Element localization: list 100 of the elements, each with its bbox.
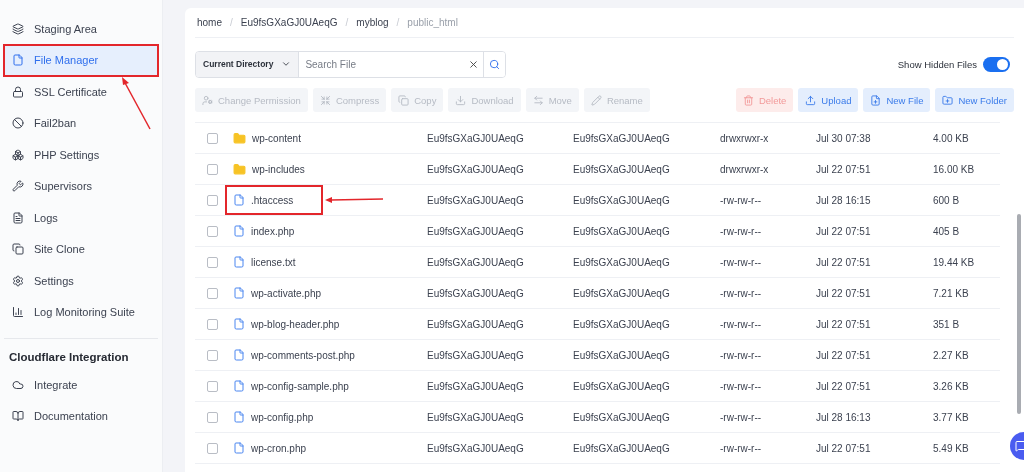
file-name[interactable]: .htaccess: [251, 194, 294, 206]
owner-cell-text: Eu9fsGXaGJ0UAeqG: [427, 287, 525, 299]
action-button[interactable]: Upload: [798, 88, 859, 112]
size-cell-text: 3.77 KB: [933, 411, 970, 423]
row-checkbox[interactable]: [207, 132, 218, 144]
sidebar-item-label: Logs: [34, 211, 58, 224]
scope-dropdown[interactable]: Current Directory: [196, 51, 300, 77]
breadcrumb-link[interactable]: myblog: [356, 17, 389, 28]
sidebar-item[interactable]: PHP Settings: [4, 139, 158, 171]
breadcrumb-separator: /: [396, 17, 400, 28]
search-icon: [489, 58, 500, 70]
file-icon: [233, 225, 245, 237]
file-name[interactable]: wp-content: [252, 132, 301, 144]
user-gear-icon: [202, 94, 213, 106]
sidebar-item[interactable]: Fail2ban: [4, 107, 158, 139]
group-cell-text: Eu9fsGXaGJ0UAeqG: [573, 442, 671, 454]
permissions-cell-text: -rw-rw-r--: [720, 349, 763, 361]
file-icon: [233, 411, 245, 423]
row-checkbox[interactable]: [207, 256, 218, 268]
row-checkbox[interactable]: [207, 411, 218, 423]
sidebar-item[interactable]: Staging Area: [4, 13, 158, 45]
sidebar-item-icon: [12, 85, 24, 98]
sidebar-item[interactable]: Settings: [4, 265, 158, 297]
sidebar-item-label: File Manager: [34, 54, 99, 67]
breadcrumb-link[interactable]: Eu9fsGXaGJ0UAeqG: [240, 17, 338, 28]
file-name[interactable]: wp-config-sample.php: [251, 380, 349, 392]
search-bar[interactable]: Current Directory Search File: [195, 50, 506, 78]
sidebar-item[interactable]: Log Monitoring Suite: [4, 296, 158, 328]
folder-icon: [233, 131, 246, 145]
date-cell-text: Jul 22 07:51: [816, 163, 872, 175]
row-checkbox[interactable]: [207, 194, 218, 206]
size-cell-text: 351 B: [933, 318, 961, 330]
file-icon: [233, 318, 245, 330]
sidebar-item-icon: [12, 148, 24, 161]
file-icon: [233, 287, 245, 299]
group-cell-text: Eu9fsGXaGJ0UAeqG: [573, 194, 671, 206]
file-name[interactable]: wp-blog-header.php: [251, 318, 340, 330]
swap-arrows-icon: [532, 94, 544, 106]
permissions-cell-text: -rw-rw-r--: [720, 194, 763, 206]
download-icon: [455, 94, 467, 106]
toggle-switch[interactable]: [983, 56, 1010, 72]
owner-cell-text: Eu9fsGXaGJ0UAeqG: [427, 256, 525, 268]
search-button[interactable]: [483, 51, 505, 77]
breadcrumb-link[interactable]: home: [197, 17, 222, 28]
group-cell-text: Eu9fsGXaGJ0UAeqG: [573, 380, 671, 392]
size-cell-text: 16.00 KB: [933, 163, 976, 175]
file-name[interactable]: wp-activate.php: [251, 287, 322, 299]
sidebar-item[interactable]: Logs: [4, 202, 158, 234]
sidebar-item[interactable]: Supervisors: [4, 170, 158, 202]
permissions-cell-text: -rw-rw-r--: [720, 442, 763, 454]
file-plus-icon: [870, 94, 882, 106]
row-checkbox[interactable]: [207, 349, 218, 361]
file-name[interactable]: wp-comments-post.php: [251, 349, 355, 361]
size-cell-text: 4.00 KB: [933, 132, 970, 144]
owner-cell-text: Eu9fsGXaGJ0UAeqG: [427, 318, 525, 330]
sidebar-item[interactable]: Site Clone: [4, 233, 158, 265]
size-cell-text: 7.21 KB: [933, 287, 970, 299]
action-button[interactable]: New File: [863, 88, 931, 112]
permissions-cell-text: -rw-rw-r--: [720, 256, 763, 268]
sidebar-item-icon: [12, 274, 24, 287]
sidebar-item-icon: [12, 54, 24, 67]
size-cell-text: 2.27 KB: [933, 349, 970, 361]
row-checkbox[interactable]: [207, 163, 218, 175]
permissions-cell-text: -rw-rw-r--: [720, 380, 763, 392]
sidebar-item-label: Integrate: [34, 378, 78, 391]
owner-cell-text: Eu9fsGXaGJ0UAeqG: [427, 349, 525, 361]
file-name[interactable]: wp-config.php: [251, 411, 314, 423]
file-name[interactable]: license.txt: [251, 256, 296, 268]
group-cell-text: Eu9fsGXaGJ0UAeqG: [573, 163, 671, 175]
owner-cell-text: Eu9fsGXaGJ0UAeqG: [427, 225, 525, 237]
row-checkbox[interactable]: [207, 318, 218, 330]
file-name[interactable]: wp-cron.php: [251, 442, 307, 454]
action-button[interactable]: New Folder: [935, 88, 1014, 112]
file-icon: [233, 380, 245, 392]
sidebar-item-label: PHP Settings: [34, 148, 100, 161]
file-name[interactable]: wp-includes: [252, 163, 305, 175]
sidebar-item[interactable]: Integrate: [4, 369, 158, 401]
owner-cell-text: Eu9fsGXaGJ0UAeqG: [427, 132, 525, 144]
sidebar-item-label: Fail2ban: [34, 117, 77, 130]
sidebar-item-icon: [12, 306, 24, 319]
owner-cell-text: Eu9fsGXaGJ0UAeqG: [427, 194, 525, 206]
permissions-cell-text: drwxrwxr-x: [720, 132, 770, 144]
permissions-cell-text: -rw-rw-r--: [720, 411, 763, 423]
row-checkbox[interactable]: [207, 442, 218, 454]
row-checkbox[interactable]: [207, 287, 218, 299]
chat-icon: [1015, 440, 1024, 452]
sidebar-item-label: Settings: [34, 274, 74, 287]
date-cell-text: Jul 22 07:51: [816, 442, 872, 454]
scrollbar[interactable]: [1017, 214, 1021, 414]
upload-icon: [805, 94, 817, 106]
sidebar-item[interactable]: Documentation: [4, 400, 158, 432]
row-checkbox[interactable]: [207, 225, 218, 237]
size-cell-text: 5.49 KB: [933, 442, 970, 454]
file-name[interactable]: index.php: [251, 225, 295, 237]
date-cell-text: Jul 22 07:51: [816, 318, 872, 330]
sidebar-item-icon: [12, 180, 24, 193]
file-icon: [233, 349, 245, 361]
sidebar-item[interactable]: SSL Certificate: [4, 76, 158, 108]
file-icon: [233, 442, 245, 454]
row-checkbox[interactable]: [207, 380, 218, 392]
